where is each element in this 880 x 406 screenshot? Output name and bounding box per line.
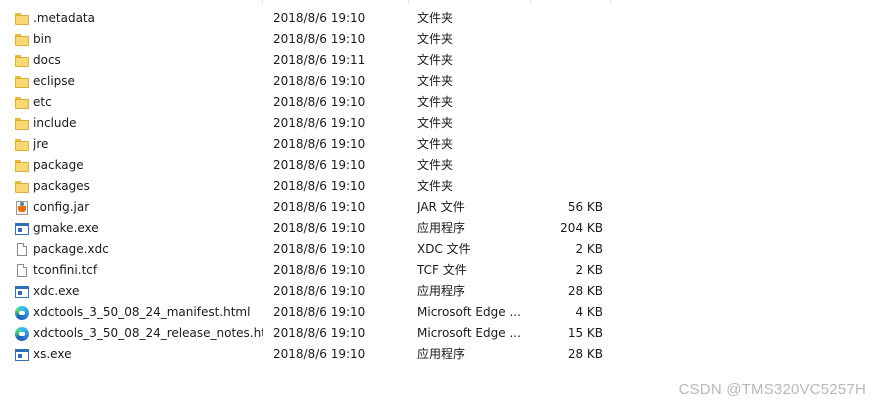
file-date-modified: 2018/8/6 19:10 — [273, 32, 366, 46]
file-date-modified: 2018/8/6 19:10 — [273, 11, 366, 25]
file-name: packages — [33, 179, 90, 193]
folder-icon — [14, 71, 30, 92]
file-date-modified: 2018/8/6 19:10 — [273, 326, 366, 340]
file-name: config.jar — [33, 200, 90, 214]
file-type: 文件夹 — [417, 137, 454, 151]
folder-icon — [14, 155, 30, 176]
file-type: 文件夹 — [417, 11, 454, 25]
file-row[interactable]: packages 2018/8/6 19:10 文件夹 — [10, 176, 610, 197]
file-row[interactable]: jre 2018/8/6 19:10 文件夹 — [10, 134, 610, 155]
file-type: 文件夹 — [417, 179, 454, 193]
file-name: tconfini.tcf — [33, 263, 98, 277]
file-date-modified: 2018/8/6 19:11 — [273, 53, 366, 67]
file-date-modified: 2018/8/6 19:10 — [273, 137, 366, 151]
file-row[interactable]: xdctools_3_50_08_24_release_notes.ht... 2… — [10, 323, 610, 344]
edge-icon — [14, 323, 30, 344]
file-row[interactable]: xs.exe 2018/8/6 19:10 应用程序 28 KB — [10, 344, 610, 365]
exe-icon — [14, 281, 30, 302]
column-divider[interactable] — [262, 0, 263, 4]
folder-icon — [14, 134, 30, 155]
folder-icon — [14, 29, 30, 50]
file-size: 2 KB — [575, 263, 603, 277]
folder-icon — [14, 176, 30, 197]
exe-icon — [14, 344, 30, 365]
file-size: 15 KB — [567, 326, 603, 340]
edge-icon — [14, 302, 30, 323]
file-size: 28 KB — [567, 347, 603, 361]
file-date-modified: 2018/8/6 19:10 — [273, 74, 366, 88]
file-name: docs — [33, 53, 61, 67]
file-date-modified: 2018/8/6 19:10 — [273, 116, 366, 130]
file-name: xdctools_3_50_08_24_release_notes.ht... — [33, 326, 263, 340]
file-type: 文件夹 — [417, 116, 454, 130]
file-name: eclipse — [33, 74, 75, 88]
file-name: include — [33, 116, 77, 130]
file-date-modified: 2018/8/6 19:10 — [273, 347, 366, 361]
file-row[interactable]: tconfini.tcf 2018/8/6 19:10 TCF 文件 2 KB — [10, 260, 610, 281]
document-icon — [14, 260, 30, 281]
folder-icon — [14, 8, 30, 29]
exe-icon — [14, 218, 30, 239]
file-explorer-list-view: .metadata 2018/8/6 19:10 文件夹 bin 2018/8/6 19… — [0, 0, 880, 406]
file-list: .metadata 2018/8/6 19:10 文件夹 bin 2018/8/6 19… — [10, 8, 610, 365]
file-date-modified: 2018/8/6 19:10 — [273, 158, 366, 172]
file-date-modified: 2018/8/6 19:10 — [273, 263, 366, 277]
file-date-modified: 2018/8/6 19:10 — [273, 179, 366, 193]
file-type: 文件夹 — [417, 74, 454, 88]
file-name: gmake.exe — [33, 221, 99, 235]
column-divider[interactable] — [408, 0, 409, 4]
file-date-modified: 2018/8/6 19:10 — [273, 284, 366, 298]
file-row[interactable]: eclipse 2018/8/6 19:10 文件夹 — [10, 71, 610, 92]
file-date-modified: 2018/8/6 19:10 — [273, 221, 366, 235]
folder-icon — [14, 113, 30, 134]
file-name: xdc.exe — [33, 284, 80, 298]
column-divider[interactable] — [530, 0, 531, 4]
file-size: 204 KB — [560, 221, 603, 235]
jar-file-icon — [14, 197, 30, 218]
file-row[interactable]: include 2018/8/6 19:10 文件夹 — [10, 113, 610, 134]
file-size: 28 KB — [567, 284, 603, 298]
file-name: xdctools_3_50_08_24_manifest.html — [33, 305, 251, 319]
file-type: 文件夹 — [417, 158, 454, 172]
file-type: 文件夹 — [417, 95, 454, 109]
file-row[interactable]: etc 2018/8/6 19:10 文件夹 — [10, 92, 610, 113]
folder-icon — [14, 50, 30, 71]
file-name: jre — [33, 137, 49, 151]
file-row[interactable]: package.xdc 2018/8/6 19:10 XDC 文件 2 KB — [10, 239, 610, 260]
file-row[interactable]: config.jar 2018/8/6 19:10 JAR 文件 56 KB — [10, 197, 610, 218]
file-name: package — [33, 158, 84, 172]
watermark: CSDN @TMS320VC5257H — [678, 381, 866, 398]
file-size: 4 KB — [575, 305, 603, 319]
file-row[interactable]: xdctools_3_50_08_24_manifest.html 2018/8/… — [10, 302, 610, 323]
file-row[interactable]: docs 2018/8/6 19:11 文件夹 — [10, 50, 610, 71]
document-icon — [14, 239, 30, 260]
file-date-modified: 2018/8/6 19:10 — [273, 200, 366, 214]
column-divider[interactable] — [610, 0, 611, 4]
file-row[interactable]: xdc.exe 2018/8/6 19:10 应用程序 28 KB — [10, 281, 610, 302]
file-type: 文件夹 — [417, 53, 454, 67]
file-date-modified: 2018/8/6 19:10 — [273, 305, 366, 319]
file-date-modified: 2018/8/6 19:10 — [273, 95, 366, 109]
file-row[interactable]: .metadata 2018/8/6 19:10 文件夹 — [10, 8, 610, 29]
file-size: 2 KB — [575, 242, 603, 256]
file-date-modified: 2018/8/6 19:10 — [273, 242, 366, 256]
file-name: etc — [33, 95, 52, 109]
file-name: bin — [33, 32, 52, 46]
file-size: 56 KB — [567, 200, 603, 214]
file-name: xs.exe — [33, 347, 72, 361]
file-type: 文件夹 — [417, 32, 454, 46]
file-name: .metadata — [33, 11, 95, 25]
file-name: package.xdc — [33, 242, 109, 256]
folder-icon — [14, 92, 30, 113]
file-row[interactable]: gmake.exe 2018/8/6 19:10 应用程序 204 KB — [10, 218, 610, 239]
file-row[interactable]: package 2018/8/6 19:10 文件夹 — [10, 155, 610, 176]
file-row[interactable]: bin 2018/8/6 19:10 文件夹 — [10, 29, 610, 50]
